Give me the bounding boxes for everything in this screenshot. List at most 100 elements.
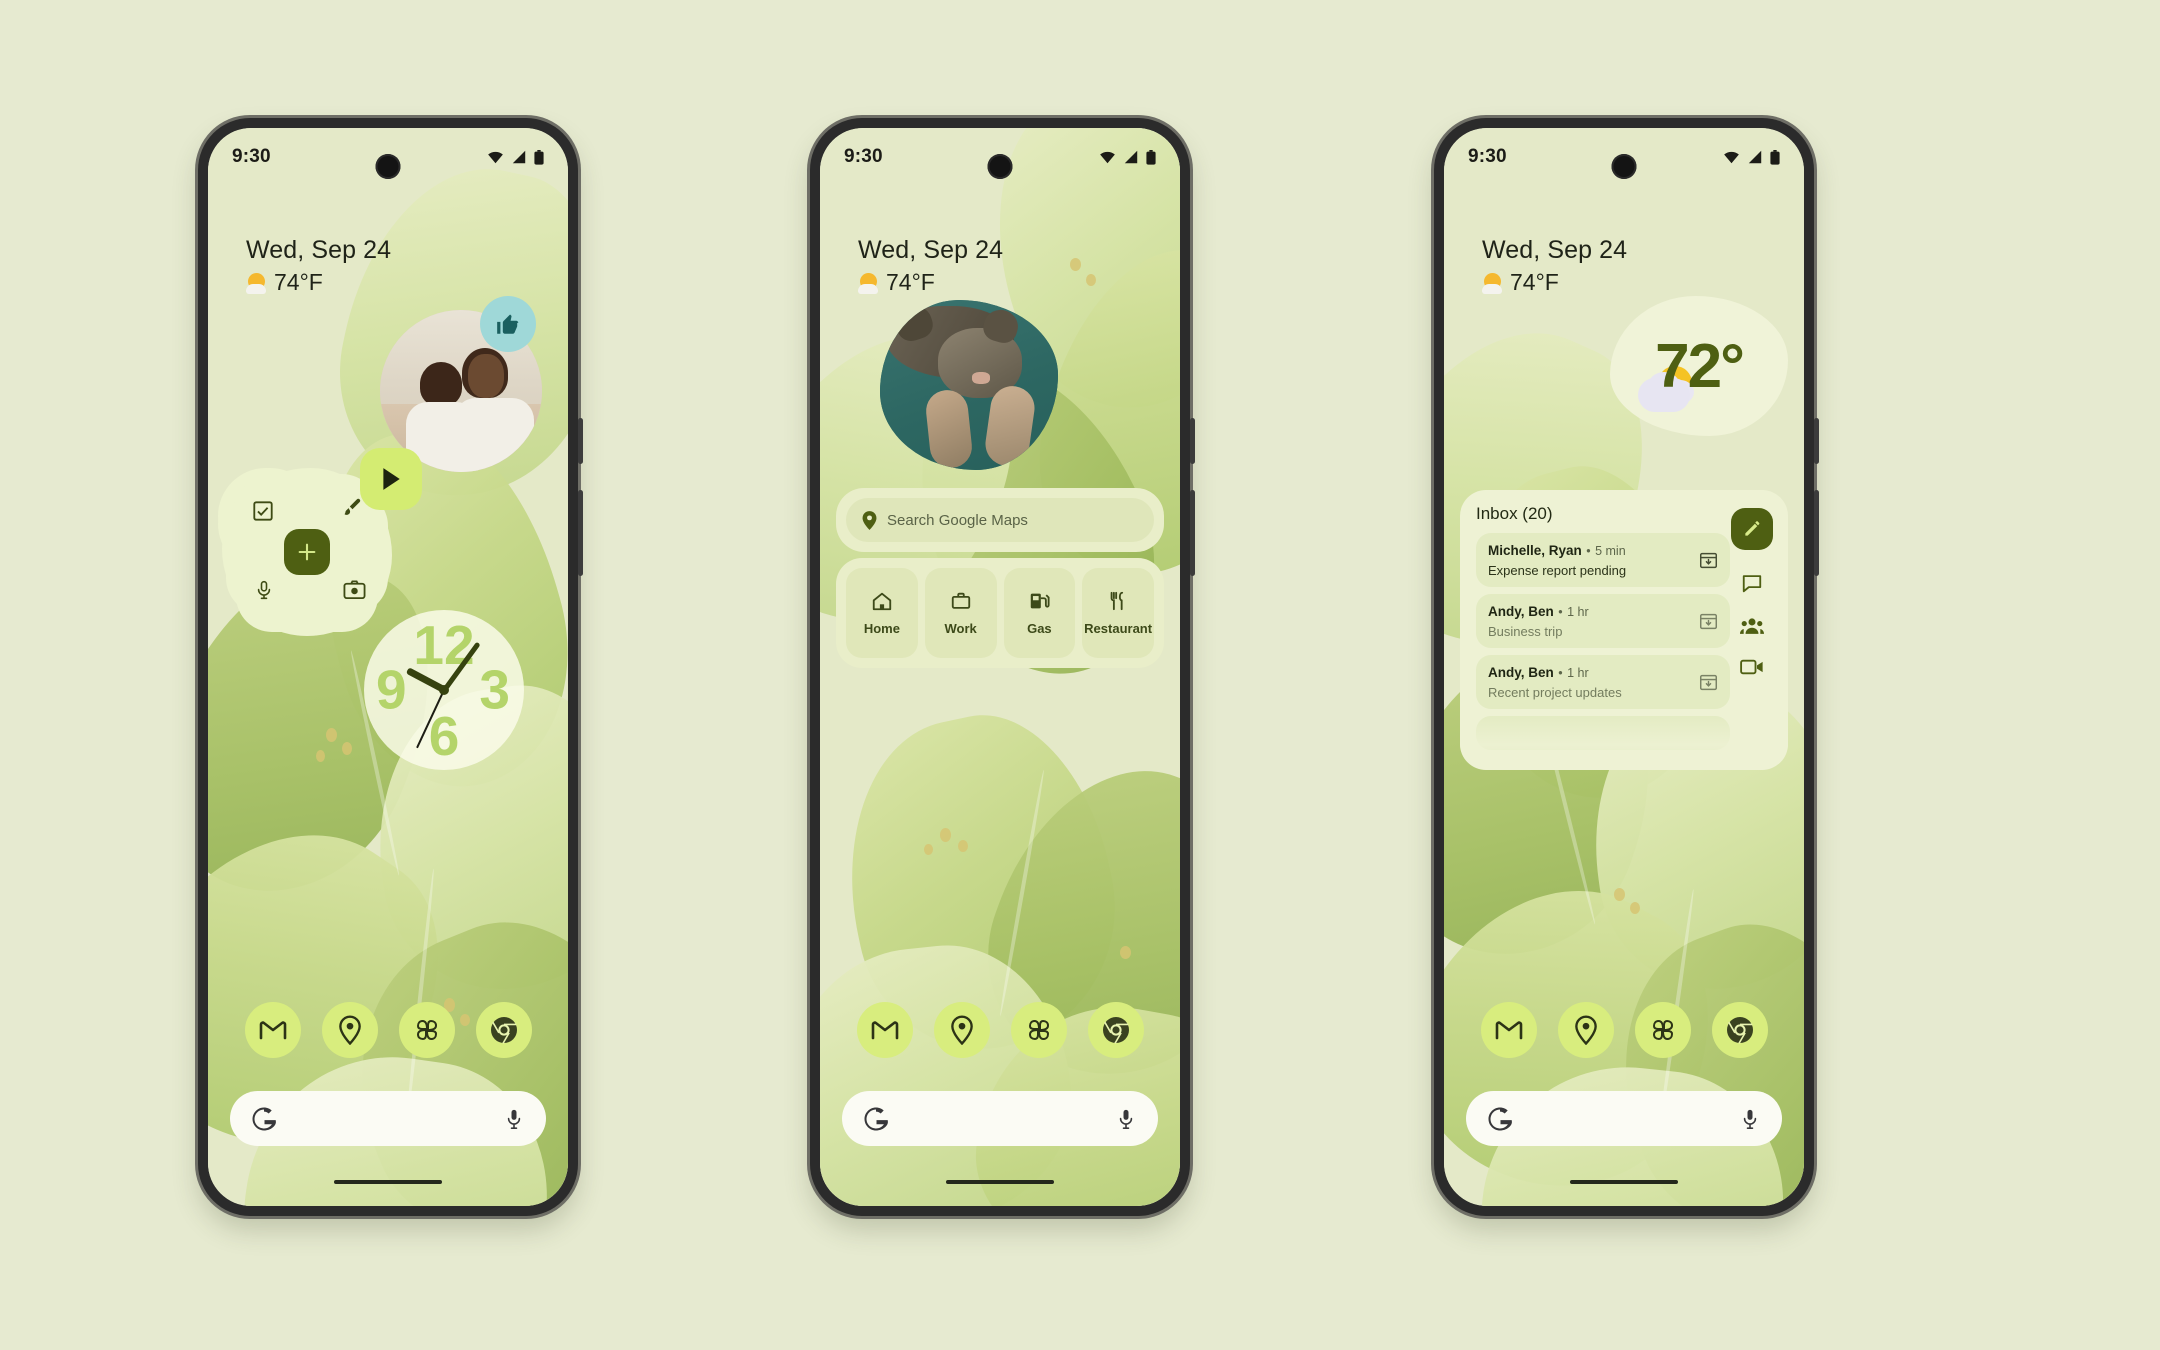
phone1-volume-button[interactable] — [578, 418, 583, 464]
wifi-icon — [1724, 151, 1739, 164]
front-camera-punchhole — [375, 154, 401, 179]
briefcase-icon — [951, 592, 970, 609]
gmail-compose-button[interactable] — [1731, 508, 1773, 550]
wifi-icon — [488, 151, 503, 164]
archive-icon[interactable] — [1699, 612, 1718, 631]
new-voice-note-button[interactable] — [254, 579, 274, 606]
status-icons — [487, 149, 544, 165]
maps-shortcut-label: Restaurant — [1084, 621, 1153, 636]
phone2-screen: 9:30 Wed, Sep 24 74°F Search Google Maps… — [820, 128, 1180, 1206]
wifi-icon — [1100, 151, 1115, 164]
clock-numeral-6: 6 — [428, 705, 460, 767]
dock-item-maps[interactable] — [321, 1002, 378, 1058]
dock-item-maps[interactable] — [1557, 1002, 1614, 1058]
new-checklist-button[interactable] — [252, 500, 274, 527]
gmail-time: 1 hr — [1567, 605, 1589, 619]
cell-signal-icon — [1124, 150, 1138, 164]
thumbs-up-reaction-button[interactable] — [480, 296, 536, 352]
gmail-inbox-widget[interactable]: Inbox (20) Michelle, Ryan • 5 min Expens… — [1460, 490, 1788, 770]
gesture-nav-bar[interactable] — [334, 1180, 442, 1184]
google-maps-widget[interactable]: Search Google Maps Home Work Gas Restaur… — [836, 488, 1164, 668]
sun-behind-cloud-icon — [246, 272, 268, 294]
clock-center-hub — [439, 685, 449, 695]
new-image-note-button[interactable] — [343, 579, 366, 606]
battery-icon — [534, 149, 544, 165]
gmail-separator: • — [1558, 605, 1563, 619]
glance-weather: 74°F — [858, 269, 1003, 296]
phone3-google-search-bar[interactable] — [1466, 1091, 1782, 1146]
gmail-row-sender-line: Michelle, Ryan • 5 min — [1488, 542, 1626, 560]
phone2-at-a-glance[interactable]: Wed, Sep 24 74°F — [858, 236, 1003, 296]
sun-behind-cloud-icon — [858, 272, 880, 294]
dock-item-photos[interactable] — [1010, 1002, 1067, 1058]
dock-item-chrome[interactable] — [1087, 1002, 1144, 1058]
maps-shortcut-gas[interactable]: Gas — [1003, 568, 1076, 658]
maps-shortcut-home[interactable]: Home — [846, 568, 918, 658]
archive-icon[interactable] — [1699, 551, 1718, 570]
maps-shortcut-work[interactable]: Work — [924, 568, 997, 658]
cat-photo-widget[interactable] — [880, 300, 1058, 470]
gesture-nav-bar[interactable] — [946, 1180, 1054, 1184]
maps-shortcut-restaurant[interactable]: Restaurant — [1082, 568, 1154, 658]
maps-search-input[interactable]: Search Google Maps — [846, 498, 1154, 542]
maps-search-placeholder: Search Google Maps — [887, 511, 1028, 529]
front-camera-punchhole — [987, 154, 1013, 179]
play-video-button[interactable] — [360, 448, 422, 510]
phone1-google-search-bar[interactable] — [230, 1091, 546, 1146]
plus-icon — [298, 543, 316, 561]
new-note-button[interactable] — [284, 529, 330, 575]
phone3-volume-button[interactable] — [1814, 418, 1819, 464]
phone-3: 9:30 Wed, Sep 24 74°F 72° Inbox (20) Mic… — [1434, 118, 1819, 1216]
chrome-icon — [1102, 1017, 1129, 1044]
dock-item-gmail[interactable] — [244, 1002, 301, 1058]
dock-item-gmail[interactable] — [1480, 1002, 1537, 1058]
dock-item-chrome[interactable] — [1711, 1002, 1768, 1058]
chrome-icon — [490, 1017, 517, 1044]
gmail-m-icon — [1495, 1021, 1522, 1040]
battery-icon — [1770, 149, 1780, 165]
fork-knife-icon — [1110, 591, 1124, 611]
dock-item-photos[interactable] — [1634, 1002, 1691, 1058]
dock-item-chrome[interactable] — [475, 1002, 532, 1058]
phone3-power-button[interactable] — [1814, 490, 1819, 576]
analog-clock-widget[interactable]: 12 3 6 9 — [364, 610, 524, 770]
clock-numeral-9: 9 — [376, 658, 407, 721]
paintbrush-icon — [344, 498, 361, 515]
home-icon — [872, 592, 892, 611]
phone1-at-a-glance[interactable]: Wed, Sep 24 74°F — [246, 236, 391, 296]
phone2-google-search-bar[interactable] — [842, 1091, 1158, 1146]
maps-shortcut-label: Gas — [1027, 621, 1052, 636]
gmail-row[interactable]: Andy, Ben • 1 hr Business trip — [1476, 594, 1730, 648]
gmail-row[interactable]: Michelle, Ryan • 5 min Expense report pe… — [1476, 533, 1730, 587]
gmail-m-icon — [871, 1021, 898, 1040]
dock-item-maps[interactable] — [933, 1002, 990, 1058]
video-camera-icon[interactable] — [1740, 658, 1764, 676]
gmail-subject: Business trip — [1488, 624, 1563, 639]
photos-pinwheel-icon — [1652, 1019, 1673, 1041]
chat-bubble-icon[interactable] — [1741, 572, 1763, 594]
phone3-dock — [1444, 1002, 1804, 1058]
gmail-m-icon — [259, 1021, 286, 1040]
microphone-icon — [1743, 1109, 1757, 1129]
dock-item-photos[interactable] — [398, 1002, 455, 1058]
archive-icon[interactable] — [1699, 673, 1718, 692]
phone1-power-button[interactable] — [578, 490, 583, 576]
map-pin-icon — [950, 1015, 973, 1045]
phone2-volume-button[interactable] — [1190, 418, 1195, 464]
people-group-icon[interactable] — [1740, 616, 1764, 636]
phone2-power-button[interactable] — [1190, 490, 1195, 576]
gas-pump-icon — [1031, 593, 1050, 609]
google-g-icon — [1488, 1107, 1512, 1130]
weather-widget[interactable]: 72° — [1610, 296, 1788, 436]
gmail-separator: • — [1558, 666, 1563, 680]
gmail-row[interactable]: Andy, Ben • 1 hr Recent project updates — [1476, 655, 1730, 709]
camera-icon — [343, 580, 366, 600]
phone3-at-a-glance[interactable]: Wed, Sep 24 74°F — [1482, 236, 1627, 296]
gmail-row-partial[interactable] — [1476, 716, 1730, 750]
dock-item-gmail[interactable] — [856, 1002, 913, 1058]
gmail-action-rail — [1730, 504, 1774, 770]
gesture-nav-bar[interactable] — [1570, 1180, 1678, 1184]
new-drawing-button[interactable] — [340, 496, 364, 525]
play-triangle-icon — [383, 468, 400, 490]
gmail-sender: Andy, Ben — [1488, 665, 1554, 680]
